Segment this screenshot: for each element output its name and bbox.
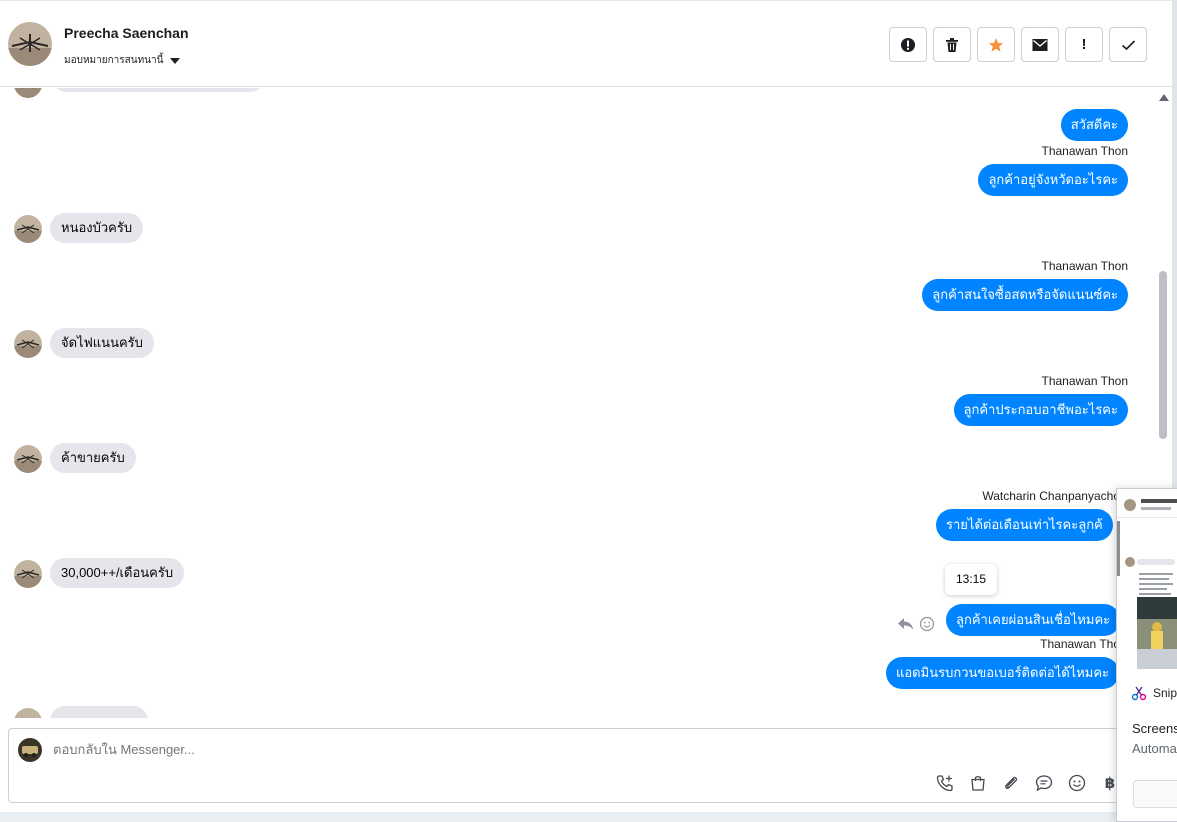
- sender-name: Thanawan Thon: [1041, 259, 1128, 273]
- report-button[interactable]: [889, 27, 927, 62]
- call-icon[interactable]: [934, 772, 956, 794]
- attach-icon[interactable]: [1000, 772, 1022, 794]
- message-hover-actions: [897, 616, 935, 632]
- sender-name: Thanawan Thon: [1041, 374, 1128, 388]
- contact-avatar-small: [14, 215, 42, 243]
- reply-icon[interactable]: [897, 616, 915, 632]
- star-icon: [988, 37, 1004, 52]
- done-button[interactable]: [1109, 27, 1147, 62]
- saved-reply-icon[interactable]: [1033, 772, 1055, 794]
- window-bottom-border: [0, 812, 1177, 822]
- message-outgoing: ลูกค้าประกอบอาชีพอะไรคะ: [953, 394, 1128, 426]
- contact-avatar-small: [14, 330, 42, 358]
- message-outgoing: ลูกค้าอยู่จังหวัดอะไรคะ: [978, 164, 1128, 196]
- snipping-tool-icon: [1131, 686, 1147, 701]
- contact-avatar-small: [14, 445, 42, 473]
- notification-title: Screens: [1132, 721, 1177, 736]
- reply-composer: ฿: [8, 728, 1158, 803]
- composer-toolbar: ฿: [934, 768, 1125, 794]
- message-outgoing: ลูกค้าสนใจซื้อสดหรือจัดแนนซ์คะ: [922, 279, 1128, 311]
- mark-unread-button[interactable]: [1021, 27, 1059, 62]
- conversation-header: Preecha Saenchan มอบหมายการสนทนานี้ !: [0, 0, 1172, 87]
- screenshot-thumbnail[interactable]: [1117, 489, 1177, 671]
- message-outgoing: สวัสดีคะ: [1060, 109, 1128, 141]
- contact-avatar-small: [14, 88, 42, 98]
- sender-name: Thanawan Thon: [1041, 144, 1128, 158]
- message-input[interactable]: [53, 742, 953, 757]
- notification-action-button[interactable]: [1133, 780, 1177, 808]
- message-incoming: ค้าขายครับ: [50, 443, 136, 473]
- contact-avatar[interactable]: [8, 22, 52, 66]
- trash-icon: [946, 37, 958, 52]
- shop-icon[interactable]: [967, 772, 989, 794]
- message-incoming-cut: [50, 706, 148, 718]
- follow-up-button[interactable]: !: [1065, 27, 1103, 62]
- message-outgoing: รายได้ต่อเดือนเท่าไรคะลูกค้: [936, 509, 1113, 541]
- snipping-tool-notification[interactable]: Snip Screens Automa: [1116, 488, 1177, 822]
- assign-label: มอบหมายการสนทนานี้: [64, 55, 164, 66]
- message-incoming: 30,000++/เดือนครับ: [50, 558, 185, 588]
- spam-icon: [901, 37, 915, 52]
- sender-name: Thanawan Tho: [1040, 637, 1120, 651]
- scroll-up-arrow-icon[interactable]: [1159, 94, 1169, 101]
- message-incoming-cut: [52, 88, 265, 92]
- notification-subtitle: Automa: [1132, 741, 1177, 756]
- assign-conversation-dropdown[interactable]: มอบหมายการสนทนานี้: [64, 53, 181, 68]
- emoji-icon[interactable]: [1066, 772, 1088, 794]
- message-outgoing: แอดมินรบกวนขอเบอร์ติดต่อได้ไหมคะ: [886, 657, 1120, 689]
- message-incoming: หนองบัวครับ: [50, 213, 144, 243]
- conversation-actions: !: [889, 27, 1147, 62]
- notification-app-name: Snip: [1153, 686, 1177, 700]
- star-button[interactable]: [977, 27, 1015, 62]
- emoji-react-icon[interactable]: [919, 616, 935, 632]
- exclamation-icon: !: [1081, 36, 1087, 53]
- delete-button[interactable]: [933, 27, 971, 62]
- chevron-down-icon: [170, 57, 181, 64]
- message-outgoing: ลูกค้าเคยผ่อนสินเชื่อไหมคะ: [946, 604, 1121, 636]
- envelope-icon: [1032, 38, 1048, 51]
- sender-name: Watcharin Chanpanyacho: [982, 489, 1120, 503]
- page-avatar: [18, 738, 42, 762]
- message-thread[interactable]: สวัสดีคะ Thanawan Thon ลูกค้าอยู่จังหวัด…: [0, 88, 1156, 718]
- check-icon: [1121, 39, 1135, 50]
- timestamp-tooltip: 13:15: [945, 564, 997, 595]
- contact-avatar-small: [14, 560, 42, 588]
- message-incoming: จัดไฟแนนครับ: [50, 328, 154, 358]
- contact-name[interactable]: Preecha Saenchan: [64, 25, 189, 41]
- notification-app: Snip: [1131, 685, 1177, 701]
- contact-avatar-small: [14, 708, 42, 718]
- scrollbar-thumb[interactable]: [1159, 271, 1167, 439]
